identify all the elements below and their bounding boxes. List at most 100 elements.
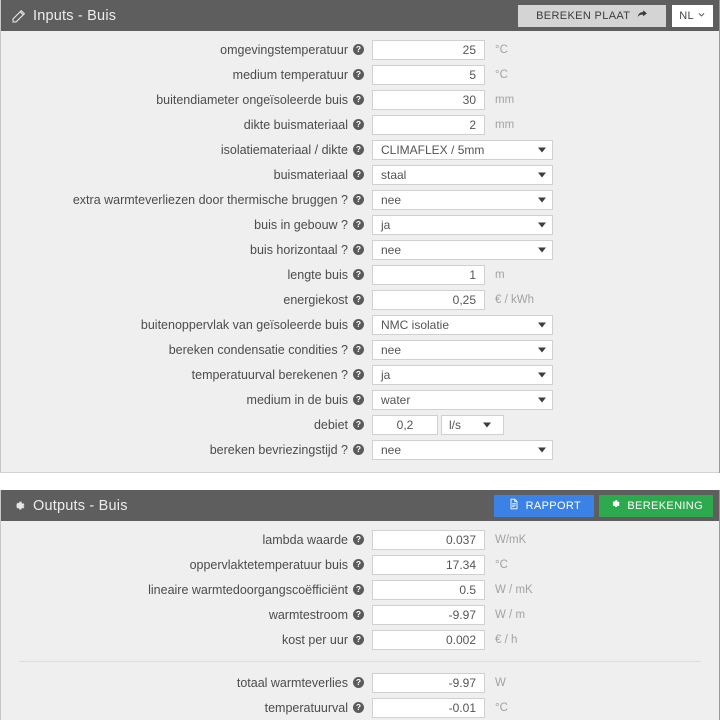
medium-in-de-buis-help-icon[interactable]: ? [353, 394, 364, 405]
form-row-dikte-buismateriaal: dikte buismateriaal? mm [1, 112, 719, 137]
omgevingstemperatuur-help-icon[interactable]: ? [353, 44, 364, 55]
temperatuurval-berekenen-help-icon[interactable]: ? [353, 369, 364, 380]
lambda-waarde-label-text: lambda waarde [262, 532, 348, 547]
oppervlaktetemperatuur-buis-label: oppervlaktetemperatuur buis? [1, 558, 364, 572]
outputs-group-totals: totaal warmteverlies? Wtemperatuurval? °C [1, 670, 719, 720]
dikte-buismateriaal-help-icon[interactable]: ? [353, 119, 364, 130]
bereken-condensatie-condities-select[interactable]: nee [372, 339, 553, 360]
energiekost-input[interactable] [372, 289, 485, 310]
isolatiemateriaal-dikte-select[interactable]: CLIMAFLEX / 5mm [372, 139, 553, 160]
omgevingstemperatuur-unit: °C [495, 43, 508, 56]
bereken-plaat-button[interactable]: BEREKEN PLAAT [518, 4, 667, 27]
language-label: NL [679, 9, 694, 22]
inputs-panel-header: Inputs - Buis BEREKEN PLAAT NL [1, 0, 719, 31]
totaal-warmteverlies-input[interactable] [372, 672, 485, 693]
warmtestroom-help-icon[interactable]: ? [353, 609, 364, 620]
output-row-warmtestroom: warmtestroom? W / m [1, 602, 719, 627]
medium-in-de-buis-select[interactable]: water [372, 389, 553, 410]
chevron-down-icon [483, 422, 491, 427]
warmtestroom-label-text: warmtestroom [268, 607, 348, 622]
buis-horizontaal-selected-value: nee [381, 242, 402, 257]
extra-warmteverliezen-door-thermische-bruggen-field: nee [372, 189, 553, 210]
oppervlaktetemperatuur-buis-input[interactable] [372, 554, 485, 575]
debiet-help-icon[interactable]: ? [353, 419, 364, 430]
medium-temperatuur-unit: °C [495, 68, 508, 81]
buis-in-gebouw-help-icon[interactable]: ? [353, 219, 364, 230]
isolatiemateriaal-dikte-field: CLIMAFLEX / 5mm [372, 139, 553, 160]
temperatuurval-unit: °C [495, 701, 508, 714]
medium-temperatuur-help-icon[interactable]: ? [353, 69, 364, 80]
bereken-bevriezingstijd-label-text: bereken bevriezingstijd ? [209, 442, 348, 457]
medium-temperatuur-input[interactable] [372, 64, 485, 85]
debiet-input[interactable] [372, 414, 438, 435]
language-selector-button[interactable]: NL [672, 4, 713, 27]
energiekost-label: energiekost? [1, 293, 364, 307]
bereken-condensatie-condities-help-icon[interactable]: ? [353, 344, 364, 355]
buitendiameter-ongeisoleerde-buis-help-icon[interactable]: ? [353, 94, 364, 105]
form-row-buismateriaal: buismateriaal? staal [1, 162, 719, 187]
extra-warmteverliezen-door-thermische-bruggen-help-icon[interactable]: ? [353, 194, 364, 205]
extra-warmteverliezen-door-thermische-bruggen-select[interactable]: nee [372, 189, 553, 210]
buis-horizontaal-help-icon[interactable]: ? [353, 244, 364, 255]
bereken-bevriezingstijd-selected-value: nee [381, 442, 402, 457]
document-icon [508, 498, 520, 513]
outputs-group-primary: lambda waarde? W/mK oppervlaktetemperatuur… [1, 527, 719, 652]
chevron-down-icon [697, 10, 706, 22]
kost-per-uur-help-icon[interactable]: ? [353, 634, 364, 645]
kost-per-uur-label-text: kost per uur [281, 632, 348, 647]
lineaire-warmtedoorgangscoefficient-label-text: lineaire warmtedoorgangscoëfficiënt [148, 582, 348, 597]
temperatuurval-berekenen-select[interactable]: ja [372, 364, 553, 385]
energiekost-help-icon[interactable]: ? [353, 294, 364, 305]
temperatuurval-berekenen-label-text: temperatuurval berekenen ? [191, 367, 348, 382]
buis-in-gebouw-select[interactable]: ja [372, 214, 553, 235]
debiet-label: debiet? [1, 418, 364, 432]
buis-horizontaal-field: nee [372, 239, 553, 260]
output-row-temperatuurval: temperatuurval? °C [1, 695, 719, 720]
berekening-label: BEREKENING [627, 499, 703, 512]
form-row-buitenoppervlak-van-geisoleerde-buis: buitenoppervlak van geïsoleerde buis? NMC… [1, 312, 719, 337]
buitenoppervlak-van-geisoleerde-buis-help-icon[interactable]: ? [353, 319, 364, 330]
rapport-button[interactable]: RAPPORT [494, 494, 595, 517]
bereken-condensatie-condities-selected-value: nee [381, 342, 402, 357]
debiet-unit-select[interactable]: l/s [441, 414, 504, 435]
buitendiameter-ongeisoleerde-buis-input[interactable] [372, 89, 485, 110]
totaal-warmteverlies-help-icon[interactable]: ? [353, 677, 364, 688]
medium-in-de-buis-label-text: medium in de buis [246, 392, 348, 407]
lengte-buis-field: m [372, 264, 505, 285]
panel-gap [0, 473, 720, 490]
lambda-waarde-unit: W/mK [495, 533, 527, 546]
lengte-buis-label: lengte buis? [1, 268, 364, 282]
buis-in-gebouw-field: ja [372, 214, 553, 235]
omgevingstemperatuur-input[interactable] [372, 39, 485, 60]
share-arrow-icon [636, 8, 648, 23]
energiekost-label-text: energiekost [283, 292, 348, 307]
lineaire-warmtedoorgangscoefficient-input[interactable] [372, 579, 485, 600]
lambda-waarde-input[interactable] [372, 529, 485, 550]
kost-per-uur-input[interactable] [372, 629, 485, 650]
lambda-waarde-help-icon[interactable]: ? [353, 534, 364, 545]
buitenoppervlak-van-geisoleerde-buis-select[interactable]: NMC isolatie [372, 314, 553, 335]
totaal-warmteverlies-label-text: totaal warmteverlies [236, 675, 348, 690]
kost-per-uur-field: € / h [372, 629, 517, 650]
berekening-button[interactable]: BEREKENING [599, 494, 713, 517]
buis-horizontaal-label: buis horizontaal ?? [1, 243, 364, 257]
bereken-bevriezingstijd-select[interactable]: nee [372, 439, 553, 460]
oppervlaktetemperatuur-buis-help-icon[interactable]: ? [353, 559, 364, 570]
bereken-condensatie-condities-label: bereken condensatie condities ?? [1, 343, 364, 357]
lineaire-warmtedoorgangscoefficient-field: W / mK [372, 579, 533, 600]
outputs-panel: Outputs - Buis RAPPORT BEREKENING lambda… [0, 490, 720, 720]
bereken-bevriezingstijd-help-icon[interactable]: ? [353, 444, 364, 455]
temperatuurval-input[interactable] [372, 697, 485, 718]
oppervlaktetemperatuur-buis-unit: °C [495, 558, 508, 571]
isolatiemateriaal-dikte-help-icon[interactable]: ? [353, 144, 364, 155]
temperatuurval-help-icon[interactable]: ? [353, 702, 364, 713]
buis-horizontaal-select[interactable]: nee [372, 239, 553, 260]
buismateriaal-help-icon[interactable]: ? [353, 169, 364, 180]
output-row-kost-per-uur: kost per uur? € / h [1, 627, 719, 652]
lineaire-warmtedoorgangscoefficient-help-icon[interactable]: ? [353, 584, 364, 595]
lengte-buis-input[interactable] [372, 264, 485, 285]
lengte-buis-help-icon[interactable]: ? [353, 269, 364, 280]
warmtestroom-input[interactable] [372, 604, 485, 625]
buismateriaal-select[interactable]: staal [372, 164, 553, 185]
dikte-buismateriaal-input[interactable] [372, 114, 485, 135]
